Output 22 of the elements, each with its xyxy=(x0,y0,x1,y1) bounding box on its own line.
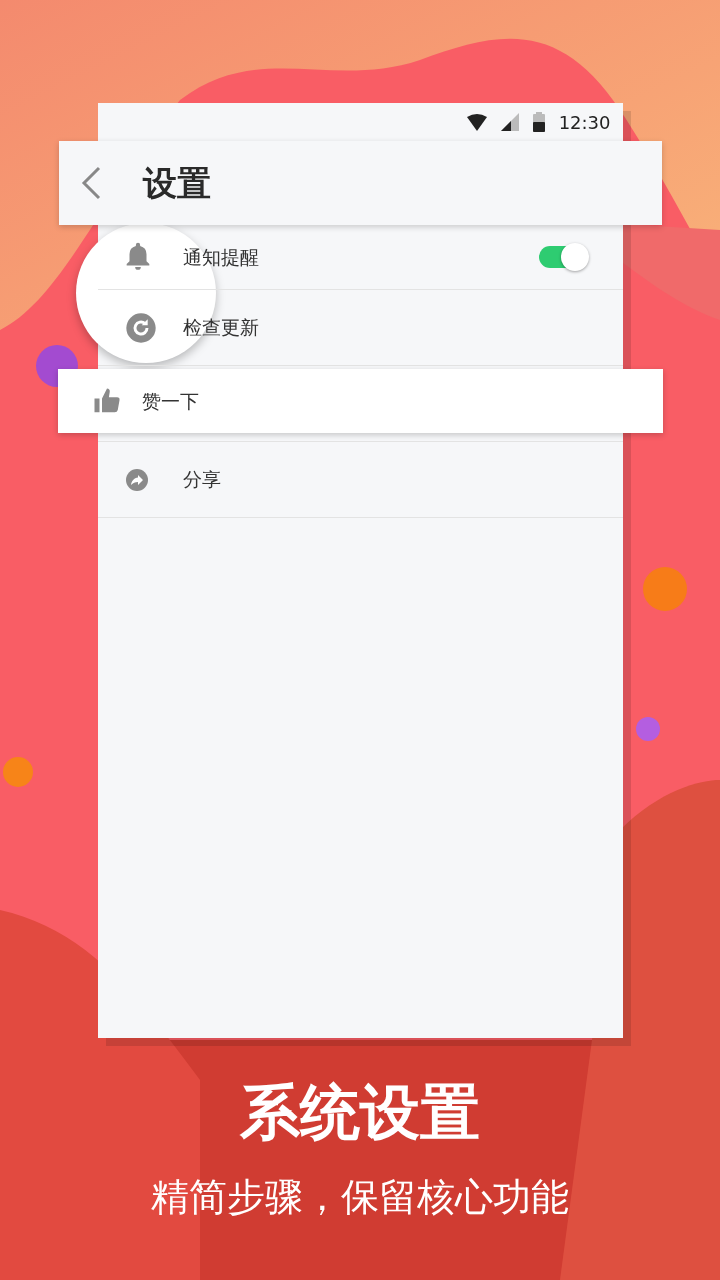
setting-label: 通知提醒 xyxy=(182,244,259,270)
settings-row[interactable]: 赞一下 xyxy=(57,369,663,433)
setting-label: 赞一下 xyxy=(141,388,199,414)
toggle-switch[interactable] xyxy=(538,246,587,268)
status-time: 12:30 xyxy=(558,110,611,135)
caption-title: 系统设置 xyxy=(240,1082,480,1142)
header-title: 设置 xyxy=(142,161,211,205)
decorative-dot xyxy=(636,717,660,741)
refresh-icon xyxy=(124,311,157,344)
decorative-dot xyxy=(3,757,33,787)
setting-label: 检查更新 xyxy=(182,315,259,341)
settings-row[interactable]: 检查更新 xyxy=(97,290,623,366)
caption-subtitle: 精简步骤，保留核心功能 xyxy=(151,1178,569,1216)
battery-icon xyxy=(532,112,545,132)
settings-row[interactable]: 通知提醒 xyxy=(97,225,623,290)
share-icon xyxy=(124,467,149,492)
signal-icon xyxy=(500,113,519,131)
back-icon xyxy=(80,166,101,200)
wifi-icon xyxy=(466,113,487,131)
setting-label: 分享 xyxy=(182,467,221,493)
settings-row[interactable]: 分享 xyxy=(97,442,623,518)
decorative-dot xyxy=(643,567,687,611)
